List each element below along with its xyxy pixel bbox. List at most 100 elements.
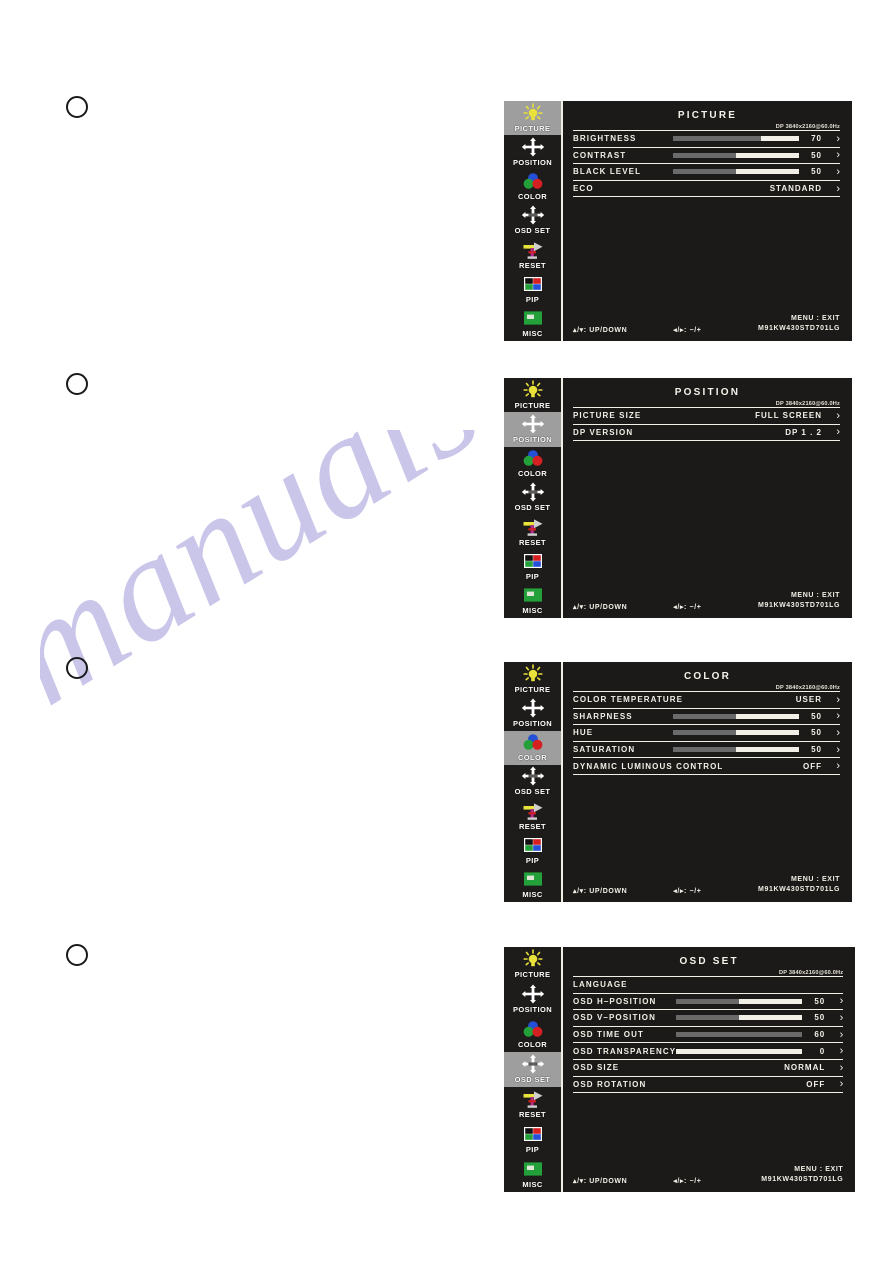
four-arrows-icon (521, 137, 545, 157)
chevron-right-icon[interactable]: › (825, 996, 844, 1007)
sidebar-item-misc[interactable]: MISC (504, 583, 561, 618)
sidebar-item-position[interactable]: POSITION (504, 135, 561, 170)
osd-row[interactable]: HUE 50 › (573, 725, 840, 742)
osd-row[interactable]: OSD TRANSPARENCY 0 › (573, 1043, 844, 1060)
sidebar-item-label: OSD SET (514, 787, 551, 797)
osd-row[interactable]: DYNAMIC LUMINOUS CONTROL OFF › (573, 758, 840, 775)
sidebar-item-picture[interactable]: PICTURE (504, 947, 561, 982)
osd-row-value: OFF (803, 761, 822, 771)
footer-updown-hint: ▴/▾: UP/DOWN (573, 1178, 628, 1185)
sidebar-item-position[interactable]: POSITION (504, 412, 561, 447)
osd-row[interactable]: OSD SIZE NORMAL › (573, 1060, 844, 1077)
footer-exit-block: MENU : EXIT M91KW430STD701LG (701, 1165, 843, 1185)
chevron-right-icon[interactable]: › (822, 410, 840, 421)
osd-row-slider[interactable] (673, 136, 799, 142)
osd-row-slider[interactable] (676, 1032, 803, 1038)
sidebar-item-reset[interactable]: RESET (504, 799, 561, 834)
sidebar-item-picture[interactable]: PICTURE (504, 101, 561, 136)
chevron-right-icon[interactable]: › (822, 133, 840, 144)
sidebar-item-label: PIP (525, 295, 540, 305)
osd-row-slider[interactable] (673, 713, 799, 719)
osd-row-value: 50 (811, 745, 822, 755)
sidebar-item-reset[interactable]: RESET (504, 515, 561, 550)
osd-row-slider[interactable] (676, 998, 803, 1004)
sidebar-item-pip[interactable]: PIP (504, 1122, 561, 1157)
osd-row[interactable]: PICTURE SIZE FULL SCREEN › (573, 408, 840, 425)
osd-row[interactable]: SATURATION 50 › (573, 742, 840, 759)
chevron-right-icon[interactable]: › (822, 150, 840, 161)
osd-row-value: 50 (811, 711, 822, 721)
sidebar-item-osd-set[interactable]: OSD SET (504, 480, 561, 516)
four-arrows-icon (521, 414, 545, 434)
chevron-right-icon[interactable]: › (822, 427, 840, 438)
pip-quad-icon (521, 835, 545, 855)
sidebar-item-label: PICTURE (514, 684, 551, 694)
osd-row-slider[interactable] (676, 1048, 803, 1054)
osd-row-label: BRIGHTNESS (573, 134, 637, 144)
osd-row[interactable]: DP VERSION DP 1 . 2 › (573, 425, 840, 442)
sidebar-item-picture[interactable]: PICTURE (504, 662, 561, 697)
osd-row[interactable]: BRIGHTNESS 70 › (573, 131, 840, 148)
osd-sidebar: PICTURE POSITION COLOR OSD SET RESET PIP… (504, 101, 561, 341)
osd-row[interactable]: SHARPNESS 50 › (573, 709, 840, 726)
chevron-right-icon[interactable]: › (822, 183, 840, 194)
osd-row-slider[interactable] (673, 169, 799, 175)
chevron-right-icon[interactable]: › (822, 727, 840, 738)
lightbulb-icon (521, 949, 545, 969)
chevron-right-icon[interactable]: › (822, 711, 840, 722)
sidebar-item-label: COLOR (517, 753, 548, 763)
sidebar-item-label: POSITION (512, 434, 553, 444)
osd-row[interactable]: OSD V–POSITION 50 › (573, 1010, 844, 1027)
sidebar-item-color[interactable]: COLOR (504, 446, 561, 481)
sidebar-item-misc[interactable]: MISC (504, 1157, 561, 1192)
osd-row-slider[interactable] (676, 1015, 803, 1021)
pip-quad-icon (521, 1124, 545, 1144)
rgb-circles-icon (521, 171, 545, 191)
chevron-right-icon[interactable]: › (822, 166, 840, 177)
sidebar-item-osd-set[interactable]: OSD SET (504, 203, 561, 239)
chevron-right-icon[interactable]: › (822, 744, 840, 755)
osd-row[interactable]: CONTRAST 50 › (573, 148, 840, 165)
osd-row[interactable]: OSD H–POSITION 50 › (573, 994, 844, 1011)
osd-row[interactable]: ECO STANDARD › (573, 181, 840, 198)
osd-row-slider[interactable] (673, 152, 799, 158)
sidebar-item-label: RESET (518, 1110, 546, 1119)
sidebar-item-position[interactable]: POSITION (504, 696, 561, 731)
rgb-circles-icon (521, 448, 545, 468)
sidebar-item-osd-set[interactable]: OSD SET (504, 764, 561, 800)
osd-row[interactable]: OSD ROTATION OFF › (573, 1077, 844, 1094)
sidebar-item-position[interactable]: POSITION (504, 982, 561, 1017)
osd-panel-osd-set: PICTURE POSITION COLOR OSD SET RESET PIP… (504, 947, 856, 1192)
sidebar-item-label: PICTURE (514, 400, 551, 410)
osd-row[interactable]: LANGUAGE (573, 977, 844, 994)
chevron-right-icon[interactable]: › (822, 694, 840, 705)
sidebar-item-color[interactable]: COLOR (504, 730, 561, 765)
sidebar-item-pip[interactable]: PIP (504, 833, 561, 868)
pip-quad-icon (521, 551, 545, 571)
chevron-right-icon[interactable]: › (825, 1079, 844, 1090)
osd-row[interactable]: COLOR TEMPERATURE USER › (573, 692, 840, 709)
osd-row[interactable]: BLACK LEVEL 50 › (573, 164, 840, 181)
sidebar-item-pip[interactable]: PIP (504, 549, 561, 584)
chevron-right-icon[interactable]: › (825, 1046, 844, 1057)
sidebar-item-osd-set[interactable]: OSD SET (504, 1052, 561, 1087)
sidebar-item-picture[interactable]: PICTURE (504, 378, 561, 413)
sidebar-item-color[interactable]: COLOR (504, 169, 561, 204)
sidebar-item-pip[interactable]: PIP (504, 272, 561, 307)
osd-row-slider[interactable] (673, 730, 799, 736)
chevron-right-icon[interactable]: › (825, 1029, 844, 1040)
sidebar-item-color[interactable]: COLOR (504, 1017, 561, 1052)
footer-updown-hint: ▴/▾: UP/DOWN (573, 327, 628, 334)
osd-row-label: SHARPNESS (573, 711, 633, 721)
sidebar-item-misc[interactable]: MISC (504, 867, 561, 902)
chevron-right-icon[interactable]: › (822, 761, 840, 772)
sidebar-item-reset[interactable]: RESET (504, 1087, 561, 1122)
osd-row-slider[interactable] (673, 747, 799, 753)
osd-row-label: OSD TRANSPARENCY (573, 1046, 677, 1056)
osd-row[interactable]: OSD TIME OUT 60 › (573, 1027, 844, 1044)
sidebar-item-reset[interactable]: RESET (504, 238, 561, 273)
footer-exit-block: MENU : EXIT M91KW430STD701LG (701, 875, 840, 895)
sidebar-item-misc[interactable]: MISC (504, 306, 561, 341)
chevron-right-icon[interactable]: › (825, 1012, 844, 1023)
chevron-right-icon[interactable]: › (825, 1062, 844, 1073)
